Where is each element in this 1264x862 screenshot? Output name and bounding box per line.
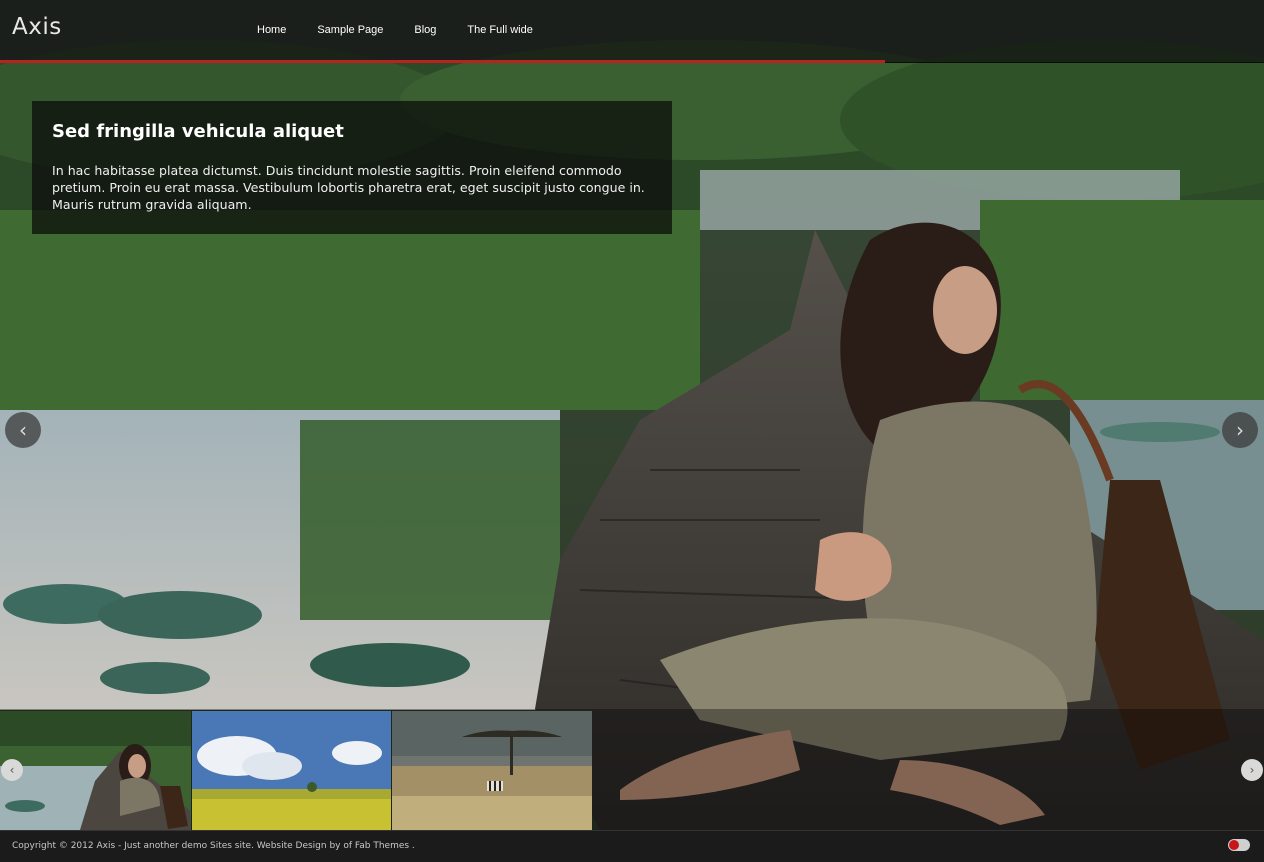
thumbnail-woman-in-boat-image	[0, 711, 191, 830]
site-footer: Copyright © 2012 Axis - Just another dem…	[0, 830, 1264, 862]
thumbnail-sky-and-field[interactable]	[192, 711, 391, 830]
slide-caption-title: Sed fringilla vehicula aliquet	[52, 121, 344, 142]
chevron-right-icon: ›	[1236, 418, 1244, 442]
thumbnail-savanna-zebra-image	[392, 711, 592, 830]
main-navigation: Home Sample Page Blog The Full wide	[257, 24, 564, 36]
chevron-right-icon: ›	[1249, 763, 1255, 777]
slide-caption-text: In hac habitasse platea dictumst. Duis t…	[52, 163, 645, 212]
slider-play-pause-toggle[interactable]	[1228, 839, 1250, 851]
thumbnail-savanna-zebra[interactable]	[392, 711, 592, 830]
nav-item-home[interactable]: Home	[257, 24, 286, 36]
chevron-left-icon: ‹	[9, 763, 15, 777]
nav-item-blog[interactable]: Blog	[414, 24, 436, 36]
slider-prev-button[interactable]: ‹	[5, 412, 41, 448]
nav-item-sample-page[interactable]: Sample Page	[317, 24, 383, 36]
thumbnail-prev-button[interactable]: ‹	[1, 759, 23, 781]
toggle-knob	[1229, 840, 1239, 850]
thumbnail-next-button[interactable]: ›	[1241, 759, 1263, 781]
site-header: Axis Home Sample Page Blog The Full wide	[0, 0, 1264, 63]
thumbnail-strip	[0, 709, 1264, 830]
site-logo[interactable]: Axis	[12, 14, 62, 40]
chevron-left-icon: ‹	[19, 418, 27, 442]
slide-progress-bar	[0, 60, 885, 63]
slider-next-button[interactable]: ›	[1222, 412, 1258, 448]
footer-copyright: Copyright © 2012 Axis - Just another dem…	[12, 841, 415, 851]
thumbnail-sky-and-field-image	[192, 711, 391, 830]
thumbnail-woman-in-boat[interactable]	[0, 711, 191, 830]
nav-item-the-full-wide[interactable]: The Full wide	[467, 24, 532, 36]
slide-caption: Sed fringilla vehicula aliquet In hac ha…	[32, 101, 672, 234]
